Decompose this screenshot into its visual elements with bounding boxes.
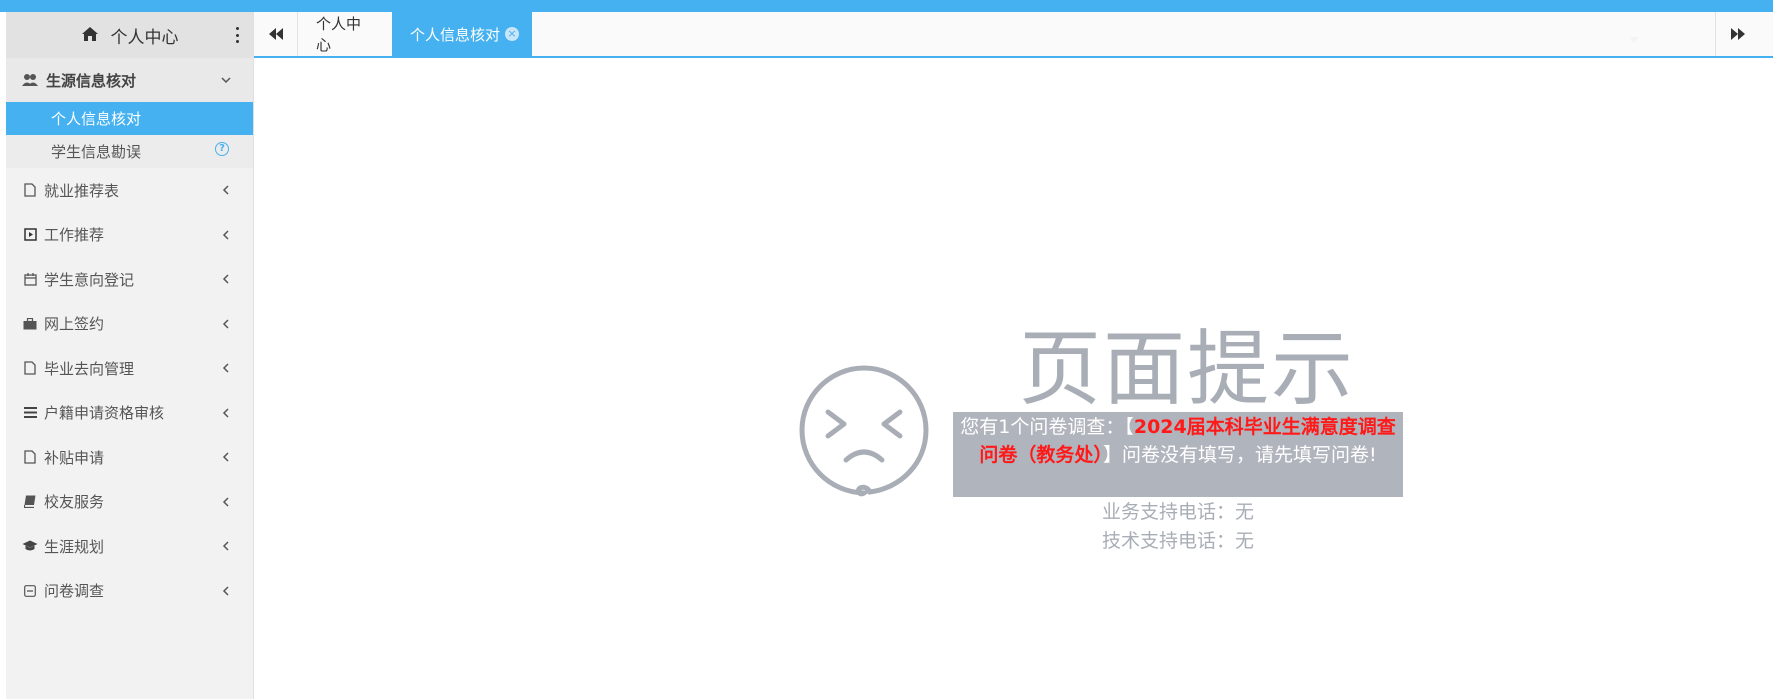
sidebar-item-household-registration[interactable]: 户籍申请资格审核 xyxy=(6,391,253,436)
sidebar-item-employment-recommendation[interactable]: 就业推荐表 xyxy=(6,168,253,213)
sidebar-item-questionnaire[interactable]: 问卷调查 xyxy=(6,569,253,614)
tab-bar: 个人中心 个人信息核对 × xyxy=(254,12,1773,58)
chevron-left-icon xyxy=(221,185,231,195)
sidebar-item-label: 就业推荐表 xyxy=(44,181,120,200)
sidebar-item-job-recommendation[interactable]: 工作推荐 xyxy=(6,213,253,258)
menu-group-student-source-check[interactable]: 生源信息核对 xyxy=(6,58,253,102)
main-content: 页面提示 您有1个问卷调查：【2024届本科毕业生满意度调查问卷（教务处）】问卷… xyxy=(254,58,1773,699)
double-chevron-left-icon xyxy=(268,25,283,44)
sidebar-item-label: 工作推荐 xyxy=(44,226,105,245)
sidebar: 个人中心 生源信息核对 个人信息核对 学生信息勘误 ? 就业推荐表 工作推荐 学… xyxy=(6,12,254,699)
list-icon xyxy=(22,405,38,421)
file-icon xyxy=(22,360,38,376)
tech-support-phone: 技术支持电话：无 xyxy=(1101,530,1254,552)
menu-group-label: 生源信息核对 xyxy=(46,71,137,90)
chevron-left-icon xyxy=(221,497,231,507)
sidebar-item-label: 校友服务 xyxy=(44,493,105,512)
home-icon xyxy=(81,26,101,44)
book-icon xyxy=(22,494,38,510)
chevron-left-icon xyxy=(221,230,231,240)
tab-scroll-right-button[interactable] xyxy=(1715,12,1759,56)
briefcase-icon xyxy=(22,316,38,332)
sidebar-item-subsidy-application[interactable]: 补贴申请 xyxy=(6,435,253,480)
sidebar-item-student-info-correction[interactable]: 学生信息勘误 ? xyxy=(6,135,253,168)
minus-square-icon xyxy=(22,583,38,599)
chevron-left-icon xyxy=(221,541,231,551)
chevron-left-icon xyxy=(221,452,231,462)
sidebar-item-label: 个人信息核对 xyxy=(51,110,142,128)
sidebar-item-label: 补贴申请 xyxy=(44,448,105,467)
graduation-cap-icon xyxy=(22,538,38,554)
chevron-down-icon xyxy=(221,75,231,85)
sidebar-item-label: 网上签约 xyxy=(44,315,105,334)
chevron-left-icon xyxy=(221,319,231,329)
sidebar-item-label: 学生信息勘误 xyxy=(51,143,142,161)
sidebar-title: 个人中心 xyxy=(110,27,179,48)
tab-label: 个人中心 xyxy=(316,15,362,54)
chevron-left-icon xyxy=(221,408,231,418)
sidebar-item-intention-registration[interactable]: 学生意向登记 xyxy=(6,257,253,302)
questionnaire-notice: 您有1个问卷调查：【2024届本科毕业生满意度调查问卷（教务处）】问卷没有填写，… xyxy=(953,412,1403,497)
sidebar-header: 个人中心 xyxy=(6,12,253,58)
more-vertical-icon[interactable] xyxy=(235,27,239,43)
sidebar-item-label: 毕业去向管理 xyxy=(44,359,135,378)
caret-down-icon[interactable] xyxy=(1629,28,1639,43)
top-bar xyxy=(0,0,1773,12)
double-chevron-right-icon xyxy=(1730,25,1745,44)
sidebar-item-career-planning[interactable]: 生涯规划 xyxy=(6,524,253,569)
sidebar-item-label: 学生意向登记 xyxy=(44,270,135,289)
tab-personal-center[interactable]: 个人中心 xyxy=(298,12,392,56)
help-icon[interactable]: ? xyxy=(215,142,229,156)
tab-personal-info-check[interactable]: 个人信息核对 × xyxy=(392,12,532,56)
sidebar-item-label: 问卷调查 xyxy=(44,582,105,601)
calendar-icon xyxy=(22,271,38,287)
sidebar-item-alumni-service[interactable]: 校友服务 xyxy=(6,480,253,525)
sidebar-item-label: 户籍申请资格审核 xyxy=(44,404,165,423)
chevron-left-icon xyxy=(221,586,231,596)
chevron-left-icon xyxy=(221,363,231,373)
notice-prefix: 您有1个问卷调查：【 xyxy=(960,416,1134,438)
tab-scroll-left-button[interactable] xyxy=(254,12,298,56)
sidebar-item-online-signing[interactable]: 网上签约 xyxy=(6,302,253,347)
file-icon xyxy=(22,449,38,465)
sidebar-item-label: 生涯规划 xyxy=(44,537,105,556)
sidebar-item-personal-info-check[interactable]: 个人信息核对 xyxy=(6,102,253,135)
chevron-left-icon xyxy=(221,274,231,284)
notice-title: 页面提示 xyxy=(1019,322,1356,417)
notice-suffix: 】问卷没有填写，请先填写问卷! xyxy=(1102,444,1377,466)
file-icon xyxy=(22,182,38,198)
business-support-phone: 业务支持电话：无 xyxy=(1101,501,1254,523)
play-square-icon xyxy=(22,227,38,243)
sad-face-icon xyxy=(794,360,934,500)
tab-label: 个人信息核对 xyxy=(410,25,501,44)
close-icon[interactable]: × xyxy=(505,27,520,41)
sidebar-item-graduation-destination[interactable]: 毕业去向管理 xyxy=(6,346,253,391)
users-icon xyxy=(22,73,40,87)
